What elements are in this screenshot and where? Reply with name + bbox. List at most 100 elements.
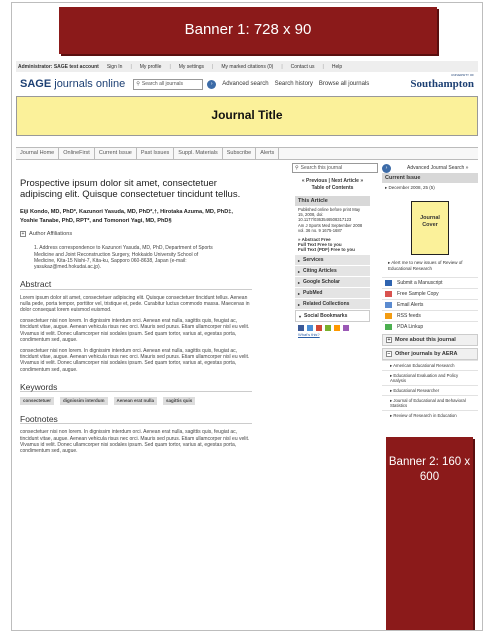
side-banner-ad[interactable]: Banner 2: 160 x 600 [386, 437, 473, 630]
search-journal-placeholder: Search this journal [300, 165, 343, 171]
keyword-tag[interactable]: consectetuer [20, 397, 55, 406]
social-bookmarks-section[interactable]: ▾ Social Bookmarks [295, 310, 370, 323]
other-journal-item[interactable]: ▸ Educational Evaluation and Policy Anal… [382, 370, 478, 385]
other-journal-item[interactable]: ▸ Educational Researcher [382, 385, 478, 395]
email-alerts-link[interactable]: Email Alerts [382, 299, 478, 310]
this-article-heading: This Article [295, 196, 370, 206]
footnotes-text: consectetuer nisi non lorem. In dignissi… [20, 429, 250, 455]
article-tools: « Previous | Next Article » Table of Con… [295, 178, 370, 337]
util-sep: | [169, 63, 171, 70]
full-text-pdf-link[interactable]: Full Text (PDF) Free to you [298, 247, 355, 252]
more-about-journal-toggle[interactable]: + More about this journal [382, 334, 478, 346]
search-go-icon[interactable]: › [207, 79, 217, 89]
citing-articles-section[interactable]: ▸ Citing Articles [295, 266, 370, 277]
table-of-contents-link[interactable]: Table of Contents [295, 185, 370, 192]
related-collections-section[interactable]: ▸ Related Collections [295, 299, 370, 310]
free-sample-label: Free Sample Copy [397, 291, 439, 297]
abstract-paragraph: consectetuer nisi non lorem. In dignissi… [20, 318, 250, 343]
search-all-placeholder: Search all journals [141, 80, 183, 87]
util-sep: | [212, 63, 214, 70]
search-icon: ⚲ [136, 80, 140, 87]
other-journal-item[interactable]: ▸ Journal of Educational and Behavioral … [382, 395, 478, 410]
keywords-list: consectetuer dignissim interdum Aenean e… [20, 397, 252, 406]
issue-alert-label: Alert me to new issues of Review of Educ… [388, 260, 463, 271]
tab-past-issues[interactable]: Past Issues [137, 148, 175, 159]
search-all-journals-input[interactable]: ⚲ Search all journals [133, 78, 204, 90]
other-journals-toggle[interactable]: − Other journals by AERA [382, 348, 478, 360]
bookmark-service-icon[interactable] [343, 325, 349, 332]
plus-icon: + [20, 231, 26, 238]
services-label: Services [303, 257, 324, 264]
author-affiliations-label: Author Affiliations [29, 231, 73, 237]
sage-logo[interactable]: SAGE journals online [20, 78, 125, 90]
keyword-tag[interactable]: Aenean erat nulla [113, 397, 158, 406]
search-journal-input[interactable]: ⚲ Search this journal [292, 163, 378, 173]
article-authors[interactable]: Eiji Kondo, MD, PhD*, Kazunori Yasuda, M… [20, 208, 252, 226]
triangle-right-icon: ▸ [298, 301, 301, 307]
other-journal-item[interactable]: ▸ American Educational Research [382, 360, 478, 370]
current-issue-heading: Current Issue [382, 173, 478, 183]
util-link-help[interactable]: Help [332, 64, 342, 70]
journal-title-banner[interactable]: Journal Title [16, 96, 478, 136]
util-link-settings[interactable]: My settings [179, 64, 204, 70]
bookmark-service-icon[interactable] [334, 325, 340, 332]
submit-manuscript-link[interactable]: Submit a Manuscript [382, 277, 478, 288]
institution-name: Southampton [410, 78, 474, 90]
submit-manuscript-label: Submit a Manuscript [397, 280, 443, 286]
prev-next-article-links[interactable]: « Previous | Next Article » [295, 178, 370, 185]
services-section[interactable]: ▸ Services [295, 255, 370, 266]
keywords-heading: Keywords [20, 382, 252, 393]
advanced-journal-search-link[interactable]: Advanced Journal Search » [407, 165, 468, 171]
abstract-heading: Abstract [20, 280, 252, 290]
whats-this-link[interactable]: What's this? [295, 332, 370, 337]
brand-bar: SAGE journals online ⚲ Search all journa… [16, 73, 478, 94]
issue-alert-link[interactable]: ▸ Alert me to new issues of Review of Ed… [382, 260, 478, 271]
right-sidebar: Current Issue ▸ December 2008, 25 (5) Jo… [382, 173, 478, 420]
other-journals-label: Other journals by AERA [395, 351, 458, 357]
tab-alerts[interactable]: Alerts [256, 148, 280, 159]
bookmark-service-icon[interactable] [316, 325, 322, 332]
util-link-profile[interactable]: My profile [140, 64, 162, 70]
util-link-contact[interactable]: Contact us [291, 64, 315, 70]
browse-all-journals-link[interactable]: Browse all journals [319, 81, 369, 87]
bookmark-service-icon[interactable] [298, 325, 304, 332]
current-issue-link[interactable]: ▸ December 2008, 25 (5) [382, 183, 478, 193]
article-title: Prospective ipsum dolor sit amet, consec… [20, 178, 241, 200]
bookmark-service-icon[interactable] [307, 325, 313, 332]
page-frame: Banner 1: 728 x 90 Administrator: SAGE t… [11, 2, 483, 631]
search-journal-go-icon[interactable]: › [382, 163, 391, 173]
keyword-tag[interactable]: sagittis quis [163, 397, 196, 406]
journal-links: Submit a Manuscript Free Sample Copy Ema… [382, 277, 478, 332]
tab-journal-home[interactable]: Journal Home [16, 148, 60, 159]
other-journal-label: Review of Research in Education [393, 413, 457, 418]
email-alerts-label: Email Alerts [397, 302, 424, 308]
other-journal-label: Educational Evaluation and Policy Analys… [390, 373, 459, 383]
advanced-search-link[interactable]: Advanced search [222, 81, 268, 87]
util-sep: | [322, 63, 324, 70]
tab-suppl-materials[interactable]: Suppl. Materials [174, 148, 223, 159]
google-scholar-section[interactable]: ▸ Google Scholar [295, 277, 370, 288]
tab-onlinefirst[interactable]: OnlineFirst [59, 148, 95, 159]
other-journal-label: Journal of Educational and Behavioral St… [390, 398, 466, 408]
sage-logo-mark: SAGE [20, 78, 52, 90]
article-main: Prospective ipsum dolor sit amet, consec… [20, 178, 252, 454]
util-link-signin[interactable]: Sign In [107, 64, 123, 70]
affiliation-text: 1. Address correspondence to Kazunori Ya… [34, 245, 213, 271]
author-affiliations-toggle[interactable]: + Author Affiliations [20, 231, 252, 238]
pda-linkup-link[interactable]: PDA Linkup [382, 321, 478, 332]
bookmark-service-icon[interactable] [325, 325, 331, 332]
institution-logo: UNIVERSITY OF Southampton [410, 73, 474, 90]
abstract-paragraph: consectetuer nisi non lorem. In dignissi… [20, 348, 250, 373]
pubmed-section[interactable]: ▸ PubMed [295, 288, 370, 299]
free-sample-link[interactable]: Free Sample Copy [382, 288, 478, 299]
util-link-marked[interactable]: My marked citations (0) [221, 64, 273, 70]
rss-feeds-link[interactable]: RSS feeds [382, 310, 478, 321]
tab-subscribe[interactable]: Subscribe [223, 148, 257, 159]
other-journal-item[interactable]: ▸ Review of Research in Education [382, 410, 478, 420]
tab-current-issue[interactable]: Current Issue [95, 148, 137, 159]
search-history-link[interactable]: Search history [275, 81, 313, 87]
pda-icon [385, 324, 392, 330]
top-banner-ad[interactable]: Banner 1: 728 x 90 [59, 7, 437, 54]
keyword-tag[interactable]: dignissim interdum [60, 397, 108, 406]
journal-cover-image[interactable]: Journal Cover [411, 201, 449, 255]
